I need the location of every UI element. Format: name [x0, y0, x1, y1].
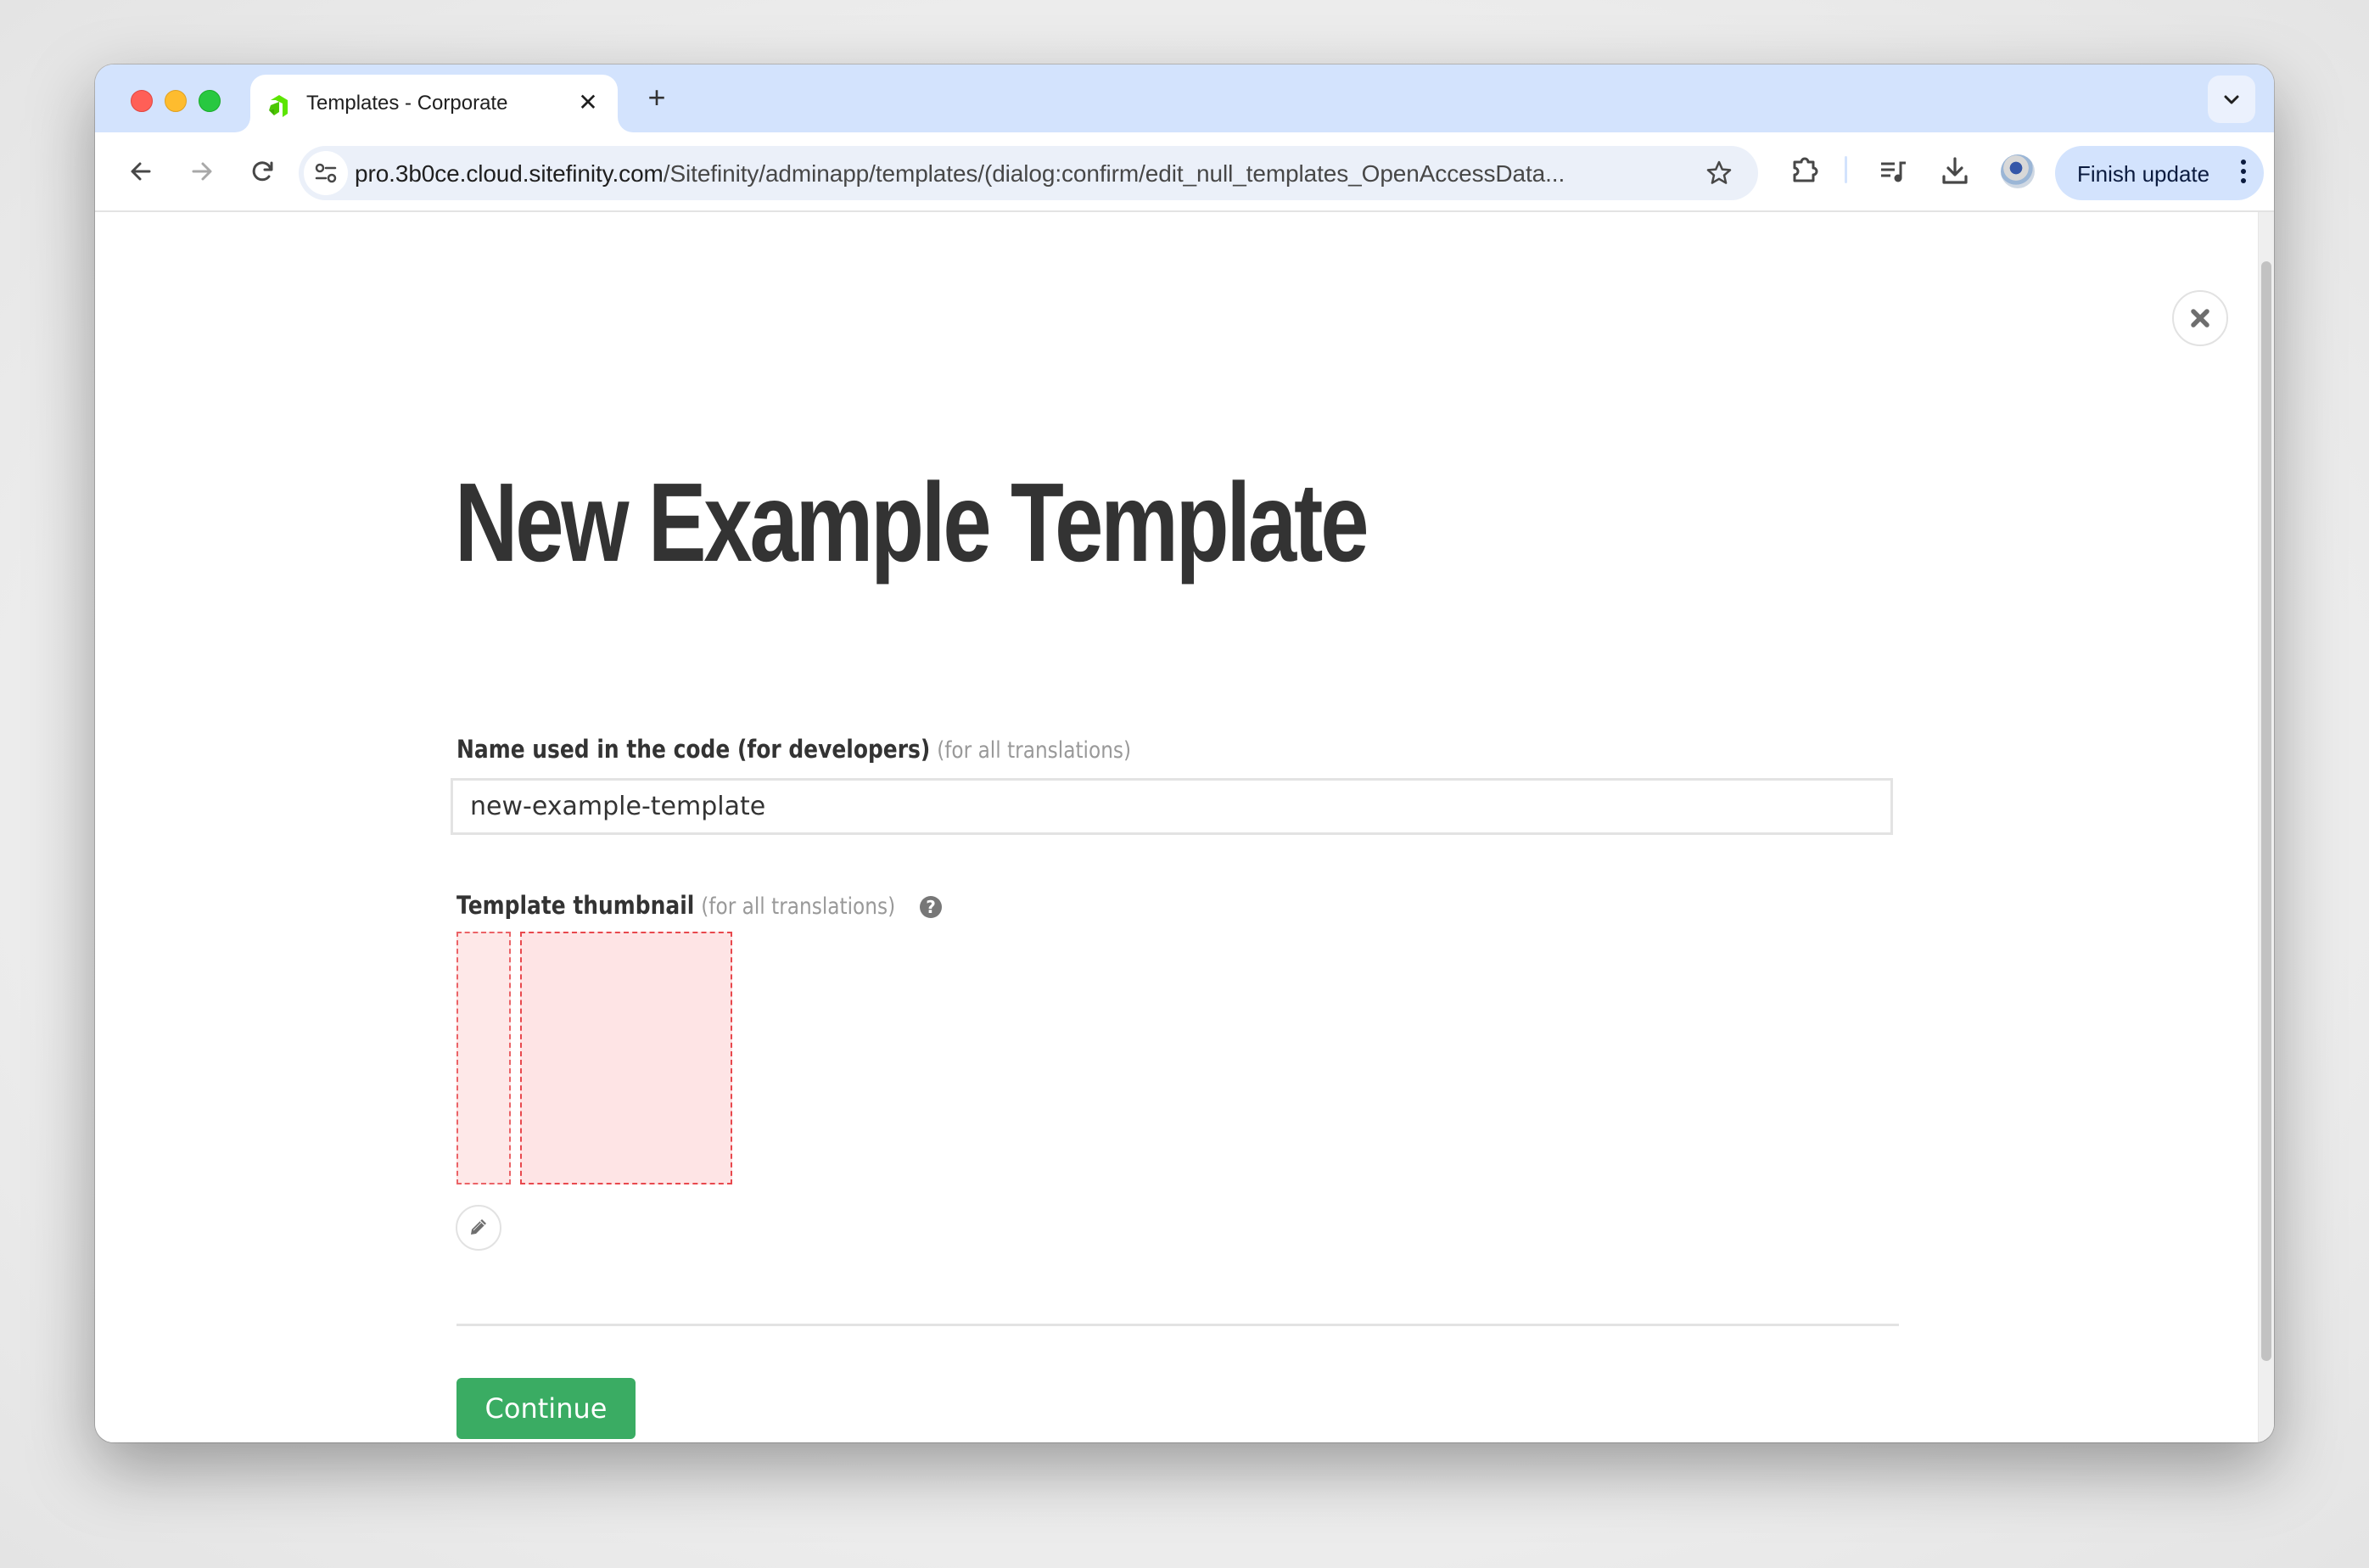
finish-update-button[interactable]: Finish update	[2055, 146, 2264, 200]
maximize-window-button[interactable]	[199, 90, 221, 112]
tab-search-button[interactable]	[2208, 76, 2255, 123]
address-bar[interactable]: pro.3b0ce.cloud.sitefinity.com/Sitefinit…	[299, 146, 1758, 200]
minimize-window-button[interactable]	[165, 90, 187, 112]
tab-close-icon[interactable]: ✕	[574, 88, 602, 117]
dialog-close-button[interactable]	[2172, 290, 2228, 346]
url-text[interactable]: pro.3b0ce.cloud.sitefinity.com/Sitefinit…	[355, 160, 1565, 188]
thumbnail-placeholder-narrow	[456, 932, 511, 1184]
site-info-icon	[315, 163, 337, 183]
tab-title: Templates - Corporate	[306, 92, 508, 115]
downloads-icon[interactable]	[1938, 154, 1972, 188]
url-path: /Sitefinity/adminapp/templates/(dialog:c…	[663, 160, 1565, 187]
bookmark-star-icon[interactable]	[1705, 160, 1733, 187]
media-controls-icon[interactable]	[1877, 154, 1911, 188]
help-icon[interactable]: ?	[920, 896, 942, 918]
site-info-button[interactable]	[304, 151, 348, 195]
tab-strip: Templates - Corporate ✕ +	[95, 64, 2274, 132]
new-tab-button[interactable]: +	[638, 80, 675, 117]
name-field-label: Name used in the code (for developers) (…	[456, 735, 1131, 764]
reload-button[interactable]	[243, 151, 283, 192]
vertical-scrollbar[interactable]	[2258, 212, 2274, 1442]
thumbnail-field-label-text: Template thumbnail	[456, 891, 695, 920]
thumbnail-field-hint: (for all translations)	[701, 893, 896, 920]
url-host: pro.3b0ce.cloud.sitefinity.com	[355, 160, 664, 187]
page-content: New Example Template Name used in the co…	[95, 212, 2274, 1442]
page-title: New Example Template	[455, 460, 1369, 585]
continue-button[interactable]: Continue	[456, 1378, 636, 1439]
sitefinity-logo-icon	[269, 95, 288, 117]
back-button[interactable]	[120, 151, 161, 192]
name-code-input[interactable]	[451, 778, 1893, 835]
edit-thumbnail-button[interactable]	[456, 1205, 501, 1251]
thumbnail-placeholder-main	[520, 932, 732, 1184]
more-menu-icon[interactable]	[2240, 160, 2247, 187]
name-field-hint: (for all translations)	[937, 737, 1132, 764]
finish-update-label: Finish update	[2077, 161, 2210, 187]
profile-avatar[interactable]	[2001, 154, 2035, 188]
forward-icon	[192, 162, 212, 181]
extensions-icon[interactable]	[1787, 154, 1821, 188]
back-icon	[131, 162, 151, 181]
tab-templates-corporate[interactable]: Templates - Corporate ✕	[250, 75, 618, 132]
reload-icon	[252, 161, 273, 182]
browser-window: Templates - Corporate ✕ + pro.3b0ce.clou…	[95, 64, 2274, 1442]
chevron-down-icon	[2224, 95, 2239, 104]
forward-button[interactable]	[182, 151, 222, 192]
pencil-icon	[471, 1219, 486, 1235]
browser-toolbar: pro.3b0ce.cloud.sitefinity.com/Sitefinit…	[95, 132, 2274, 212]
close-icon	[2191, 309, 2209, 328]
thumbnail-field-label: Template thumbnail (for all translations…	[456, 891, 895, 920]
toolbar-separator	[1845, 156, 1847, 183]
scrollbar-thumb[interactable]	[2261, 261, 2271, 1361]
name-field-label-text: Name used in the code (for developers)	[456, 735, 931, 764]
close-window-button[interactable]	[131, 90, 153, 112]
form-divider	[456, 1324, 1899, 1326]
